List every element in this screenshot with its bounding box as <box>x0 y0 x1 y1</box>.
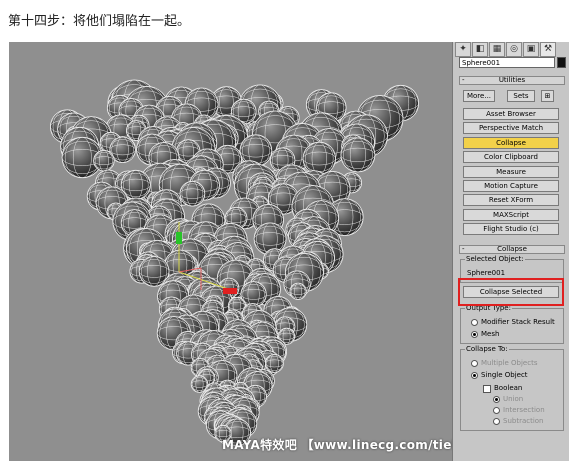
display-icon[interactable]: ▣ <box>523 42 539 57</box>
utilities-icon[interactable]: ⚒ <box>540 42 556 57</box>
radio-label: Multiple Objects <box>481 359 538 367</box>
radio-label: Mesh <box>481 330 500 338</box>
utility-button-reset-xform[interactable]: Reset XForm <box>463 194 559 207</box>
utilities-rollout-header[interactable]: - Utilities <box>459 76 565 85</box>
sphere-mesh <box>179 180 206 207</box>
highlight-callout-box <box>458 278 564 306</box>
object-name-field[interactable]: Sphere001 <box>459 57 555 68</box>
utilities-rollout-title: Utilities <box>498 76 526 84</box>
radio-label: Subtraction <box>503 417 544 425</box>
radio-modifier-stack-result[interactable]: Modifier Stack Result <box>471 318 555 327</box>
radio-multiple-objects[interactable]: Multiple Objects <box>471 359 537 368</box>
sphere-mesh <box>302 141 336 176</box>
checkbox[interactable] <box>483 384 491 393</box>
selected-object-label: Selected Object: <box>465 255 525 263</box>
radio-button[interactable] <box>493 396 500 403</box>
radio-single-object[interactable]: Single Object <box>471 371 528 380</box>
configure-sets-icon[interactable]: ⊞ <box>541 90 554 102</box>
object-color-swatch[interactable] <box>557 57 566 68</box>
radio-button[interactable] <box>471 331 478 338</box>
utility-button-flight-studio-c[interactable]: Flight Studio (c) <box>463 223 559 236</box>
collapse-to-group: Collapse To: Multiple Objects Single Obj… <box>460 345 564 431</box>
collapse-rollout-header[interactable]: - Collapse <box>459 245 565 254</box>
utility-button-color-clipboard[interactable]: Color Clipboard <box>463 151 559 164</box>
command-panel-tabs: ✦ ◧ ▦ ◎ ▣ ⚒ <box>455 42 567 57</box>
perspective-viewport[interactable] <box>9 42 452 461</box>
radio-union[interactable]: Union <box>493 395 523 404</box>
command-panel: ✦ ◧ ▦ ◎ ▣ ⚒ Sphere001 - Utilities More..… <box>452 42 569 461</box>
sets-button[interactable]: Sets <box>507 90 535 102</box>
viewport-canvas[interactable] <box>9 42 452 461</box>
radio-label: Union <box>503 395 524 403</box>
radio-intersection[interactable]: Intersection <box>493 406 545 415</box>
radio-button[interactable] <box>471 319 478 326</box>
step-caption: 第十四步：将他们塌陷在一起。 <box>8 14 191 29</box>
collapse-minus-icon: - <box>462 76 465 84</box>
radio-label: Intersection <box>503 406 545 414</box>
radio-mesh[interactable]: Mesh <box>471 330 499 339</box>
utility-button-maxscript[interactable]: MAXScript <box>463 208 559 221</box>
sphere-cluster[interactable] <box>50 79 420 447</box>
radio-button[interactable] <box>493 418 500 425</box>
utility-button-measure[interactable]: Measure <box>463 165 559 178</box>
utility-button-asset-browser[interactable]: Asset Browser <box>463 108 559 120</box>
collapse-minus-icon: - <box>462 245 465 253</box>
radio-button[interactable] <box>471 372 478 379</box>
utility-button-perspective-match[interactable]: Perspective Match <box>463 122 559 135</box>
more-button[interactable]: More... <box>463 90 495 102</box>
radio-button[interactable] <box>471 360 478 367</box>
boolean-checkbox[interactable]: Boolean <box>483 384 522 393</box>
checkbox-label: Boolean <box>494 384 523 392</box>
radio-button[interactable] <box>493 407 500 414</box>
radio-subtraction[interactable]: Subtraction <box>493 417 544 426</box>
modify-icon[interactable]: ◧ <box>472 42 488 57</box>
radio-label: Single Object <box>481 371 528 379</box>
output-type-group: Output Type: Modifier Stack Result Mesh <box>460 304 564 344</box>
radio-label: Modifier Stack Result <box>481 318 555 326</box>
selected-object-value: Sphere001 <box>467 269 506 277</box>
create-icon[interactable]: ✦ <box>455 42 471 57</box>
utility-button-collapse[interactable]: Collapse <box>463 136 559 149</box>
hierarchy-icon[interactable]: ▦ <box>489 42 505 57</box>
sphere-mesh <box>93 149 115 172</box>
motion-icon[interactable]: ◎ <box>506 42 522 57</box>
sphere-mesh <box>289 282 307 300</box>
sphere-mesh <box>264 353 284 373</box>
sphere-mesh <box>340 137 376 173</box>
utility-button-motion-capture[interactable]: Motion Capture <box>463 180 559 192</box>
collapse-rollout-title: Collapse <box>497 245 527 253</box>
collapse-to-label: Collapse To: <box>465 345 509 353</box>
